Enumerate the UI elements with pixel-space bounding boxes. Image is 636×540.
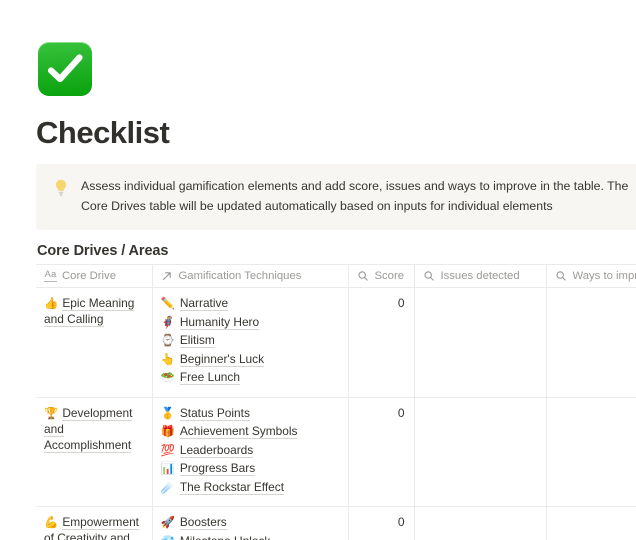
- cell-core-drive[interactable]: 💪Empowerment of Creativity and Feedback: [36, 506, 153, 540]
- core-drive-title[interactable]: 👍 Epic Meaning and Calling: [44, 295, 144, 327]
- pencil-icon: ✏️: [160, 296, 175, 310]
- cell-score[interactable]: 0: [348, 287, 415, 398]
- callout-text: Assess individual gamification elements …: [81, 179, 629, 213]
- relation-item-label: Progress Bars: [179, 461, 256, 476]
- gift-icon: 🎁: [160, 424, 175, 438]
- core-drive-title[interactable]: 🏆 Development and Accomplishment: [44, 405, 144, 453]
- white-heavy-check-mark-icon[interactable]: [38, 42, 92, 96]
- cell-core-drive[interactable]: 🏆 Development and Accomplishment: [36, 397, 153, 507]
- table-header-row: Aa Core Drive Gamification Techniques Sc…: [36, 264, 636, 288]
- table-row: 💪Empowerment of Creativity and Feedback …: [36, 506, 636, 540]
- pointing-finger-icon: 👆: [160, 351, 175, 366]
- relation-item-label: Narrative: [179, 296, 229, 311]
- relation-item[interactable]: 🥇 Status Points: [161, 405, 340, 423]
- salad-icon: 🥗: [160, 370, 175, 384]
- core-drive-title[interactable]: 💪Empowerment of Creativity and Feedback: [44, 514, 144, 540]
- trophy-icon: 🏆: [44, 405, 59, 420]
- hundred-points-icon: 💯: [160, 442, 175, 457]
- relation-item-label: The Rockstar Effect: [179, 479, 285, 495]
- thumbs-up-icon: 👍: [44, 296, 59, 310]
- watch-icon: ⌚: [160, 333, 175, 347]
- column-header-gamification-techniques[interactable]: Gamification Techniques: [152, 264, 349, 288]
- relation-item[interactable]: ⌚ Elitism: [161, 332, 340, 350]
- relation-item-label: Free Lunch: [179, 370, 240, 385]
- relation-item[interactable]: 🚀 Boosters: [161, 514, 340, 532]
- cell-gamification-techniques[interactable]: 🚀Boosters 💎Milestone Unlock 🎰Poison Pick…: [152, 506, 349, 540]
- flexed-biceps-icon: 💪: [44, 515, 59, 529]
- relation-list: 🥇 Status Points 🎁 Achievement Symbols 💯 Lea…: [161, 405, 340, 497]
- section-heading: Core Drives / Areas: [37, 243, 169, 259]
- text-aa-icon: Aa: [44, 269, 57, 282]
- relation-item-label: Achievement Symbols: [179, 424, 298, 439]
- cell-issues-detected[interactable]: [414, 506, 547, 540]
- relation-item[interactable]: 🎁 Achievement Symbols: [161, 423, 340, 441]
- callout-block: Assess individual gamification elements …: [36, 164, 636, 230]
- relation-item[interactable]: 📊 Progress Bars: [161, 460, 340, 478]
- relation-item-label: Milestone Unlock: [179, 533, 271, 540]
- column-header-label: Gamification Techniques: [178, 270, 302, 282]
- cell-gamification-techniques[interactable]: 🥇 Status Points 🎁 Achievement Symbols 💯 Lea…: [152, 397, 349, 507]
- rollup-search-icon: [423, 270, 436, 283]
- rocket-icon: 🚀: [160, 515, 175, 529]
- core-drives-table: Aa Core Drive Gamification Techniques Sc…: [36, 264, 636, 540]
- rollup-search-icon: [555, 270, 568, 283]
- relation-item-label: Elitism: [179, 333, 215, 348]
- notion-page: Checklist Assess individual gamification…: [0, 0, 636, 540]
- cell-ways-to-improve[interactable]: [546, 506, 636, 540]
- cell-score[interactable]: 0: [348, 506, 415, 540]
- cell-ways-to-improve[interactable]: [546, 397, 636, 507]
- cell-score[interactable]: 0: [348, 397, 415, 507]
- relation-list: 🚀Boosters 💎Milestone Unlock 🎰Poison Pick…: [161, 514, 340, 540]
- table-body: 👍 Epic Meaning and Calling ✏️ Narrative 🦸 H…: [36, 287, 636, 540]
- relation-item-label: Leaderboards: [179, 442, 254, 458]
- relation-item[interactable]: 💯 Leaderboards: [161, 442, 340, 460]
- cell-issues-detected[interactable]: [414, 287, 547, 398]
- cell-ways-to-improve[interactable]: [546, 287, 636, 398]
- relation-item-label: Humanity Hero: [179, 314, 260, 330]
- relation-item[interactable]: 🥗 Free Lunch: [161, 369, 340, 387]
- superhero-icon: 🦸: [160, 314, 175, 329]
- core-drive-label: Empowerment of Creativity and Feedback: [44, 515, 139, 540]
- table-row: 🏆 Development and Accomplishment 🥇 Status …: [36, 397, 636, 507]
- page-title: Checklist: [36, 115, 170, 150]
- relation-item-label: Status Points: [179, 405, 250, 421]
- gem-stone-icon: 💎: [161, 534, 175, 540]
- relation-list: ✏️ Narrative 🦸 Humanity Hero ⌚ Elitism 👆 Beg…: [161, 295, 340, 387]
- relation-arrow-icon: [161, 270, 174, 283]
- medal-icon: 🥇: [160, 405, 175, 420]
- column-header-core-drive[interactable]: Aa Core Drive: [36, 264, 153, 288]
- cell-issues-detected[interactable]: [414, 397, 547, 507]
- column-header-label: Issues detected: [440, 270, 520, 282]
- rollup-search-icon: [357, 270, 370, 283]
- cell-core-drive[interactable]: 👍 Epic Meaning and Calling: [36, 287, 153, 398]
- column-header-ways-to-improve[interactable]: Ways to improve: [546, 264, 636, 288]
- light-bulb-icon: [52, 178, 70, 197]
- bar-chart-icon: 📊: [160, 461, 175, 475]
- comet-icon: ☄️: [160, 479, 175, 494]
- table-row: 👍 Epic Meaning and Calling ✏️ Narrative 🦸 H…: [36, 287, 636, 398]
- relation-item[interactable]: 👆 Beginner's Luck: [161, 351, 340, 369]
- column-header-score[interactable]: Score: [348, 264, 415, 288]
- column-header-label: Core Drive: [62, 270, 116, 282]
- column-header-issues-detected[interactable]: Issues detected: [414, 264, 547, 288]
- relation-item[interactable]: 💎 Milestone Unlock: [161, 533, 340, 540]
- relation-item-label: Beginner's Luck: [179, 351, 265, 367]
- cell-gamification-techniques[interactable]: ✏️ Narrative 🦸 Humanity Hero ⌚ Elitism 👆 Beg…: [152, 287, 349, 398]
- column-header-label: Ways to improve: [572, 270, 636, 282]
- relation-item[interactable]: 🦸 Humanity Hero: [161, 314, 340, 332]
- column-header-label: Score: [374, 270, 405, 282]
- relation-item[interactable]: ✏️ Narrative: [161, 295, 340, 313]
- relation-item[interactable]: ☄️ The Rockstar Effect: [161, 479, 340, 497]
- relation-item-label: Boosters: [179, 515, 227, 530]
